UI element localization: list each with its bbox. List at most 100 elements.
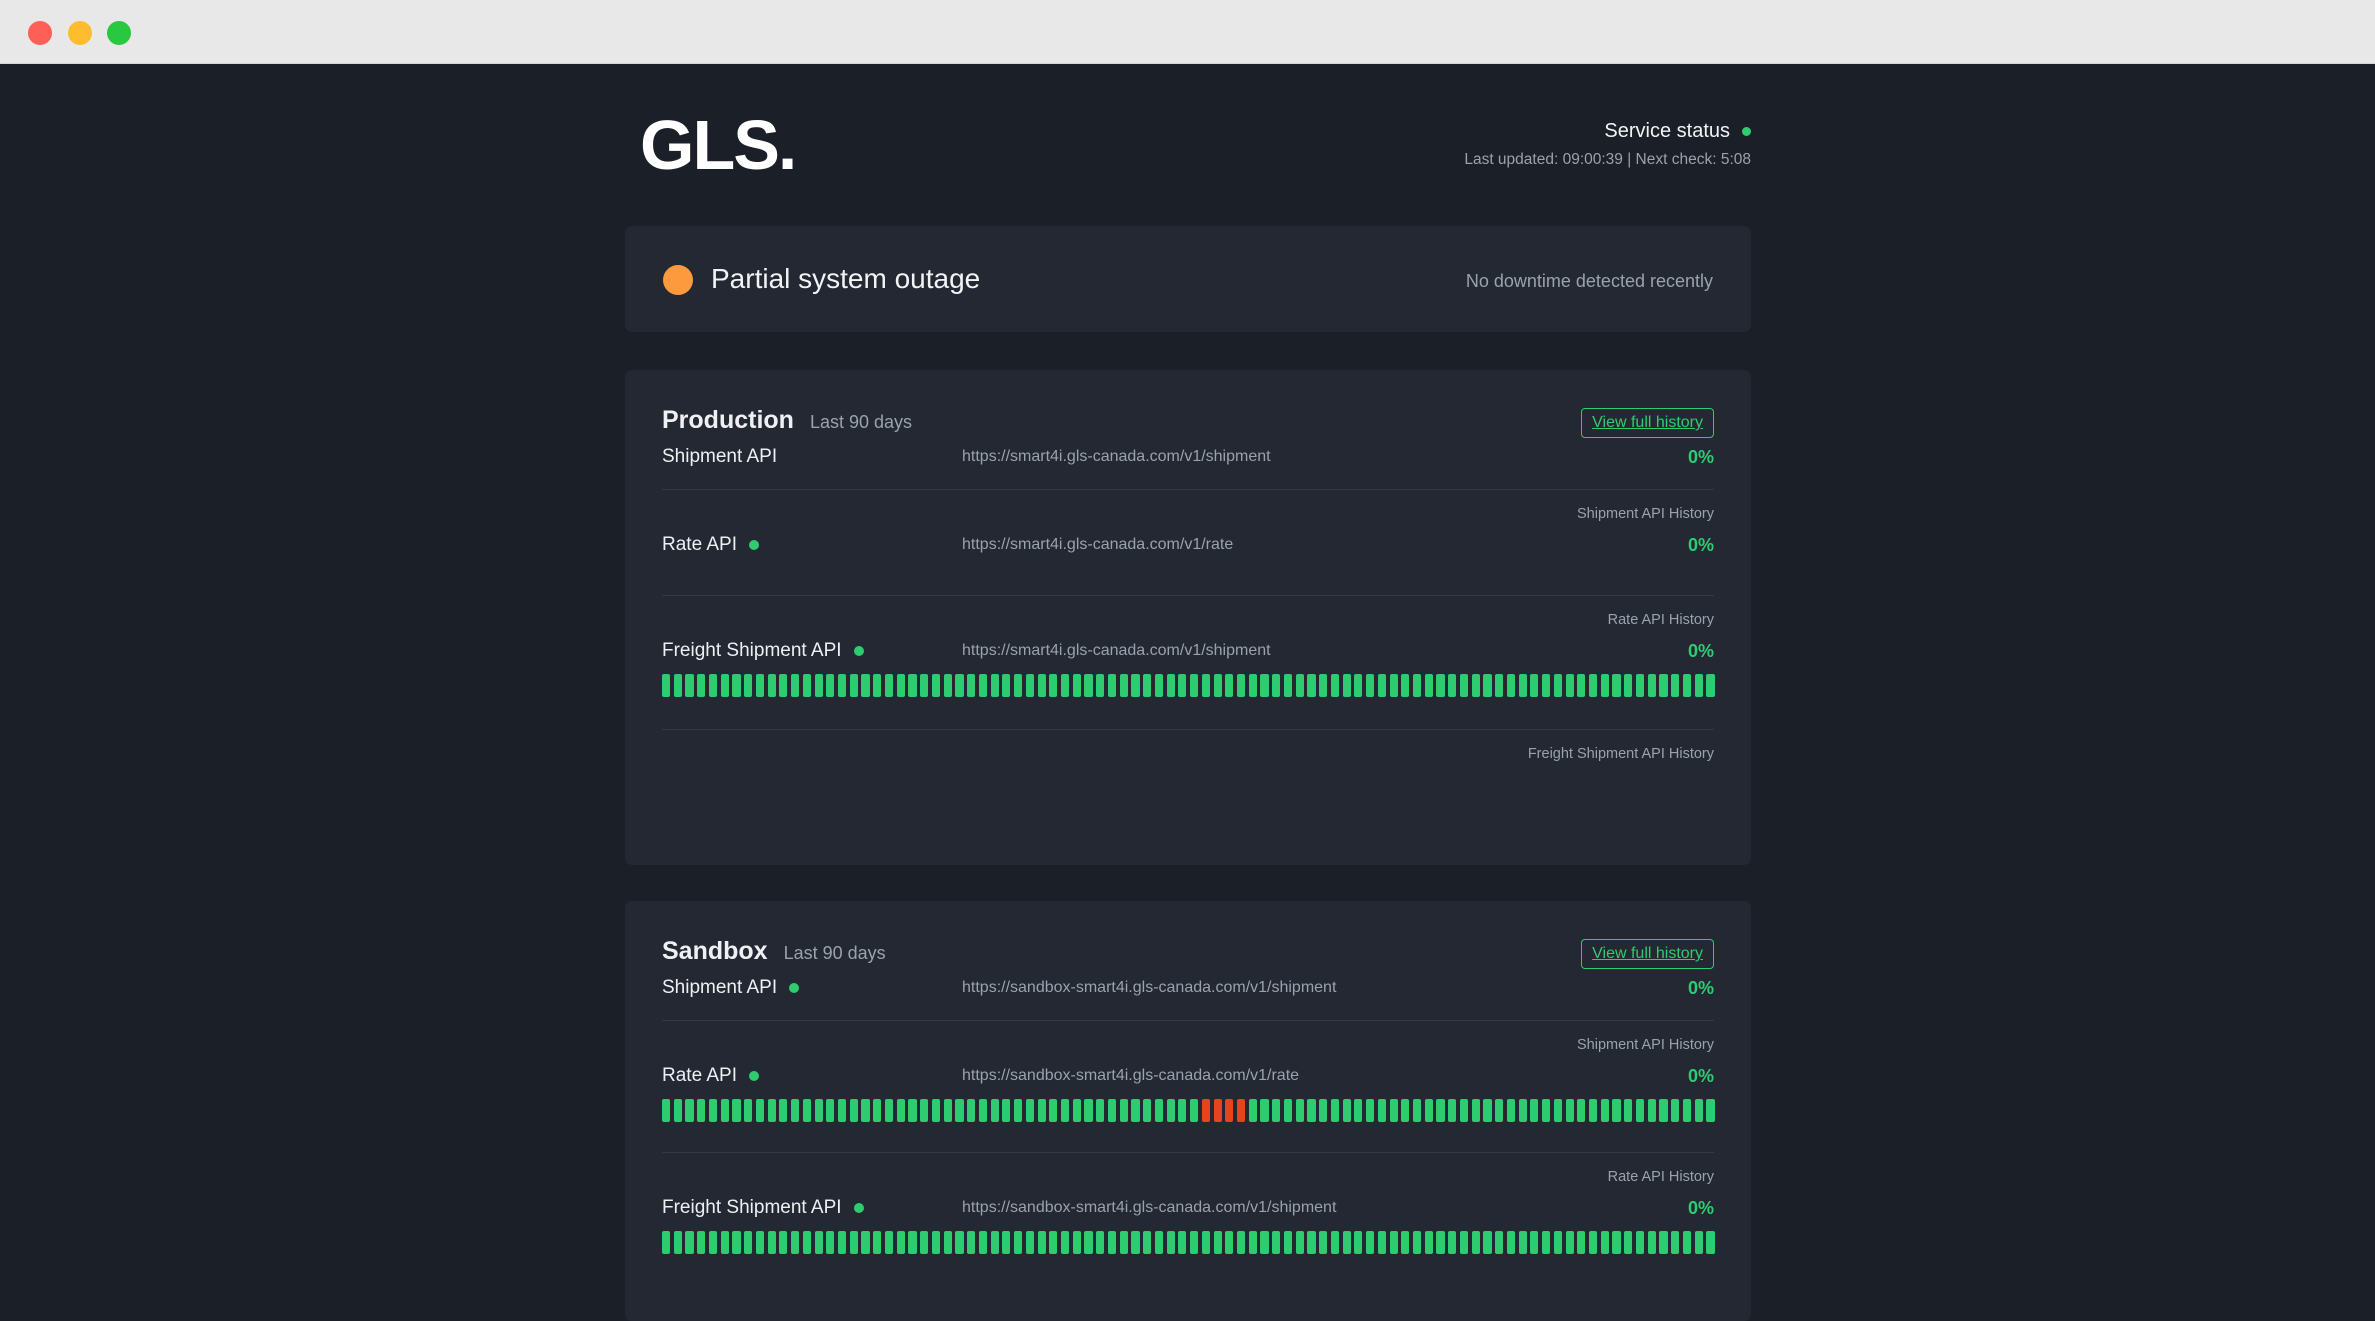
history-caption[interactable]: Freight Shipment API History xyxy=(662,746,1714,762)
uptime-bar[interactable] xyxy=(1448,674,1457,697)
uptime-bar[interactable] xyxy=(1436,1099,1445,1122)
uptime-bar[interactable] xyxy=(1260,1231,1269,1254)
uptime-bar[interactable] xyxy=(1096,1231,1105,1254)
uptime-bar[interactable] xyxy=(1295,1099,1304,1122)
uptime-bar[interactable] xyxy=(849,1099,858,1122)
uptime-bar[interactable] xyxy=(1612,1099,1621,1122)
uptime-bar[interactable] xyxy=(662,1099,671,1122)
uptime-bar[interactable] xyxy=(1589,1099,1598,1122)
uptime-bar[interactable] xyxy=(1248,1099,1257,1122)
uptime-bar[interactable] xyxy=(1366,674,1375,697)
uptime-bar[interactable] xyxy=(967,1099,976,1122)
uptime-bar[interactable] xyxy=(802,674,811,697)
uptime-bar[interactable] xyxy=(1694,674,1703,697)
uptime-bar[interactable] xyxy=(978,674,987,697)
uptime-bar[interactable] xyxy=(861,674,870,697)
uptime-bar[interactable] xyxy=(802,1099,811,1122)
uptime-bar[interactable] xyxy=(708,1231,718,1254)
uptime-bar[interactable] xyxy=(732,1231,741,1254)
uptime-bar[interactable] xyxy=(1424,1231,1433,1254)
uptime-bar[interactable] xyxy=(673,1231,682,1254)
uptime-bar[interactable] xyxy=(1248,674,1257,697)
uptime-bar[interactable] xyxy=(708,674,718,697)
uptime-bar[interactable] xyxy=(1354,674,1363,697)
uptime-bar[interactable] xyxy=(1096,674,1105,697)
uptime-bar[interactable] xyxy=(967,674,976,697)
uptime-bar[interactable] xyxy=(673,1099,682,1122)
uptime-bar[interactable] xyxy=(779,1099,788,1122)
history-caption[interactable]: Rate API History xyxy=(662,612,1714,628)
uptime-bar[interactable] xyxy=(1107,1231,1117,1254)
uptime-bar[interactable] xyxy=(1213,1231,1222,1254)
uptime-bar[interactable] xyxy=(873,674,882,697)
uptime-bar[interactable] xyxy=(1635,674,1645,697)
uptime-bar[interactable] xyxy=(1506,1099,1516,1122)
uptime-bar[interactable] xyxy=(1319,1231,1328,1254)
uptime-bar[interactable] xyxy=(1577,1231,1586,1254)
uptime-bar[interactable] xyxy=(1166,674,1175,697)
uptime-bar[interactable] xyxy=(1272,1231,1281,1254)
uptime-bar[interactable] xyxy=(1295,1231,1304,1254)
uptime-bar[interactable] xyxy=(1647,1231,1656,1254)
uptime-bar[interactable] xyxy=(1025,1231,1034,1254)
view-full-history-button[interactable]: View full history xyxy=(1581,408,1714,438)
uptime-bar[interactable] xyxy=(1671,1231,1680,1254)
uptime-bar[interactable] xyxy=(1201,674,1210,697)
uptime-bar[interactable] xyxy=(1049,1231,1058,1254)
uptime-bar[interactable] xyxy=(1471,674,1480,697)
uptime-bar[interactable] xyxy=(1682,1099,1692,1122)
uptime-bar[interactable] xyxy=(931,1099,941,1122)
uptime-bar[interactable] xyxy=(1119,1231,1128,1254)
uptime-bar[interactable] xyxy=(1025,1099,1034,1122)
uptime-bar[interactable] xyxy=(1060,1231,1070,1254)
uptime-bar[interactable] xyxy=(955,674,964,697)
uptime-bar[interactable] xyxy=(1542,1099,1551,1122)
uptime-bar[interactable] xyxy=(814,1231,823,1254)
uptime-bar[interactable] xyxy=(1060,1099,1070,1122)
uptime-bar[interactable] xyxy=(1225,1231,1234,1254)
uptime-bar[interactable] xyxy=(1366,1231,1375,1254)
uptime-bar[interactable] xyxy=(1037,1099,1046,1122)
uptime-bar[interactable] xyxy=(1518,674,1527,697)
uptime-bar[interactable] xyxy=(1002,674,1011,697)
uptime-bar[interactable] xyxy=(1518,1231,1527,1254)
uptime-bar[interactable] xyxy=(838,674,847,697)
uptime-bar[interactable] xyxy=(1342,1231,1351,1254)
uptime-bar[interactable] xyxy=(1659,1099,1668,1122)
uptime-bar[interactable] xyxy=(990,1099,999,1122)
uptime-bar[interactable] xyxy=(1119,1099,1128,1122)
uptime-bar[interactable] xyxy=(1495,1099,1504,1122)
uptime-bar[interactable] xyxy=(1612,674,1621,697)
uptime-bar[interactable] xyxy=(779,1231,788,1254)
uptime-bar[interactable] xyxy=(1682,1231,1692,1254)
uptime-bar[interactable] xyxy=(779,674,788,697)
uptime-bar[interactable] xyxy=(1014,1099,1023,1122)
uptime-bar[interactable] xyxy=(1589,1231,1598,1254)
view-full-history-button[interactable]: View full history xyxy=(1581,939,1714,969)
uptime-bar[interactable] xyxy=(1506,674,1516,697)
uptime-bar[interactable] xyxy=(791,1231,800,1254)
uptime-bar[interactable] xyxy=(1706,1231,1715,1254)
uptime-bar[interactable] xyxy=(673,674,682,697)
uptime-bar[interactable] xyxy=(920,674,929,697)
uptime-bar[interactable] xyxy=(990,674,999,697)
uptime-bar[interactable] xyxy=(1236,1099,1246,1122)
close-window-button[interactable] xyxy=(28,21,52,45)
uptime-bar[interactable] xyxy=(767,1231,776,1254)
uptime-bar[interactable] xyxy=(1542,674,1551,697)
uptime-bar[interactable] xyxy=(884,1099,894,1122)
uptime-bar[interactable] xyxy=(1694,1099,1703,1122)
uptime-bar[interactable] xyxy=(1319,1099,1328,1122)
uptime-bar[interactable] xyxy=(1706,674,1715,697)
uptime-bar[interactable] xyxy=(955,1231,964,1254)
uptime-bar[interactable] xyxy=(1154,674,1163,697)
uptime-bar[interactable] xyxy=(1154,1099,1163,1122)
uptime-bar[interactable] xyxy=(931,1231,941,1254)
uptime-bar[interactable] xyxy=(1131,674,1140,697)
uptime-bar[interactable] xyxy=(1659,674,1668,697)
uptime-bar[interactable] xyxy=(1483,674,1492,697)
uptime-bar[interactable] xyxy=(1072,1231,1081,1254)
uptime-bar[interactable] xyxy=(1530,674,1539,697)
uptime-bar[interactable] xyxy=(1401,1231,1410,1254)
uptime-bar[interactable] xyxy=(826,1099,835,1122)
